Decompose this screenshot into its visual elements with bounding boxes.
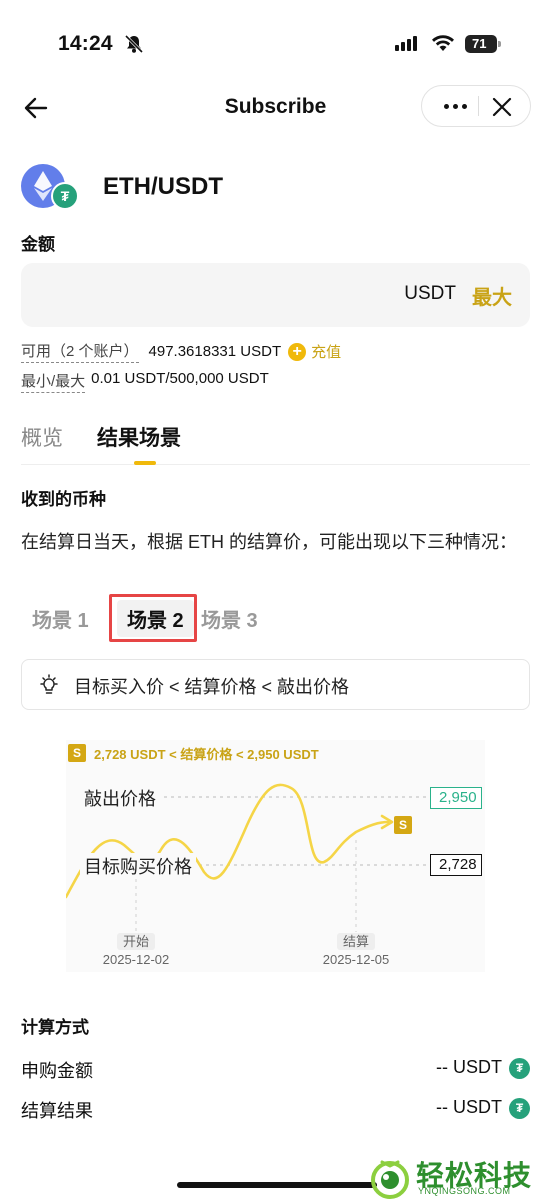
status-bar: 14:24 71 — [0, 0, 551, 90]
capsule-divider — [478, 96, 479, 116]
status-time: 14:24 — [58, 32, 113, 55]
start-label: 开始 — [116, 933, 155, 950]
trading-pair: ₮ ETH/USDT — [21, 164, 521, 212]
target-buy-price-label: 目标购买价格 — [80, 853, 196, 879]
available-value: 497.3618331 USDT — [148, 343, 282, 360]
available-label[interactable]: 可用（2 个账户） — [21, 340, 139, 363]
wifi-icon — [432, 35, 454, 51]
tab-result-scenarios[interactable]: 结果场景 — [97, 422, 181, 452]
watermark: 轻松科技 YNQINGSONG.COM — [364, 1152, 551, 1200]
calc-value: -- USDT — [436, 1097, 502, 1117]
active-tab-indicator — [134, 461, 156, 465]
bell-muted-icon — [124, 34, 144, 54]
usdt-coin-icon: ₮ — [51, 182, 79, 210]
amount-input[interactable] — [35, 277, 375, 313]
pair-name: ETH/USDT — [103, 173, 223, 200]
battery-level: 71 — [472, 36, 487, 51]
calc-label: 申购金额 — [21, 1061, 93, 1081]
scenario-highlight-frame — [109, 594, 197, 642]
scenario-description: 在结算日当天，根据 ETH 的结算价，可能出现以下三种情况： — [21, 532, 517, 552]
calc-method-title: 计算方式 — [21, 1018, 89, 1037]
battery-icon: 71 — [465, 35, 501, 53]
watermark-domain: YNQINGSONG.COM — [418, 1186, 511, 1196]
start-date: 2025-12-02 — [102, 952, 170, 967]
knock-out-price-label: 敲出价格 — [80, 785, 160, 811]
settle-label: 结算 — [336, 933, 375, 950]
min-max-row: 最小/最大 0.01 USDT/500,000 USDT — [21, 370, 269, 393]
mini-program-capsule — [421, 85, 531, 127]
content-tabs: 概览 结果场景 — [21, 420, 530, 465]
calc-label: 结算结果 — [21, 1101, 93, 1121]
max-button[interactable]: 最大 — [472, 281, 512, 310]
deposit-link[interactable]: 充值 — [311, 341, 341, 362]
more-options-icon[interactable] — [432, 86, 478, 126]
scenario-tab-3[interactable]: 场景 3 — [201, 604, 258, 633]
usdt-coin-icon: ₮ — [509, 1058, 530, 1079]
close-icon[interactable] — [488, 93, 516, 121]
amount-unit: USDT — [404, 283, 456, 304]
knock-out-price-tag: 2,950 — [430, 787, 482, 809]
scenario-chart: S 2,728 USDT < 结算价格 < 2,950 USDT 敲出价格 目标… — [66, 740, 485, 972]
settle-date: 2025-12-05 — [322, 952, 390, 967]
calc-row-settlement: 结算结果 -- USDT ₮ — [21, 1097, 530, 1123]
condition-box: 目标买入价 < 结算价格 < 敲出价格 — [21, 659, 530, 710]
scenario-tabs: 场景 1 场景 2 场景 3 — [21, 594, 530, 646]
settlement-point-badge: S — [394, 816, 412, 834]
target-price-tag: 2,728 — [430, 854, 482, 876]
min-max-value: 0.01 USDT/500,000 USDT — [91, 370, 269, 387]
amount-label: 金额 — [21, 235, 55, 254]
amount-field-container: USDT 最大 — [21, 263, 530, 327]
settlement-badge-legend: S — [68, 744, 86, 762]
available-balance-row: 可用（2 个账户） 497.3618331 USDT + 充值 — [21, 340, 341, 363]
cellular-signal-icon — [395, 36, 417, 51]
scenario-tab-1[interactable]: 场景 1 — [32, 604, 89, 633]
condition-text: 目标买入价 < 结算价格 < 敲出价格 — [74, 677, 350, 697]
home-indicator — [177, 1182, 377, 1188]
calc-row-subscription: 申购金额 -- USDT ₮ — [21, 1057, 530, 1083]
start-axis-label: 开始 — [106, 931, 166, 950]
usdt-coin-icon: ₮ — [509, 1098, 530, 1119]
nav-bar: Subscribe — [0, 80, 551, 136]
plus-circle-icon[interactable]: + — [288, 342, 307, 361]
price-range-text: 2,728 USDT < 结算价格 < 2,950 USDT — [94, 747, 319, 762]
min-max-label[interactable]: 最小/最大 — [21, 370, 86, 393]
settle-axis-label: 结算 — [326, 931, 386, 950]
calc-value: -- USDT — [436, 1057, 502, 1077]
tab-overview[interactable]: 概览 — [21, 422, 63, 452]
received-currency-title: 收到的币种 — [21, 490, 106, 509]
watermark-logo-icon — [371, 1160, 409, 1199]
lightbulb-icon — [40, 674, 58, 694]
